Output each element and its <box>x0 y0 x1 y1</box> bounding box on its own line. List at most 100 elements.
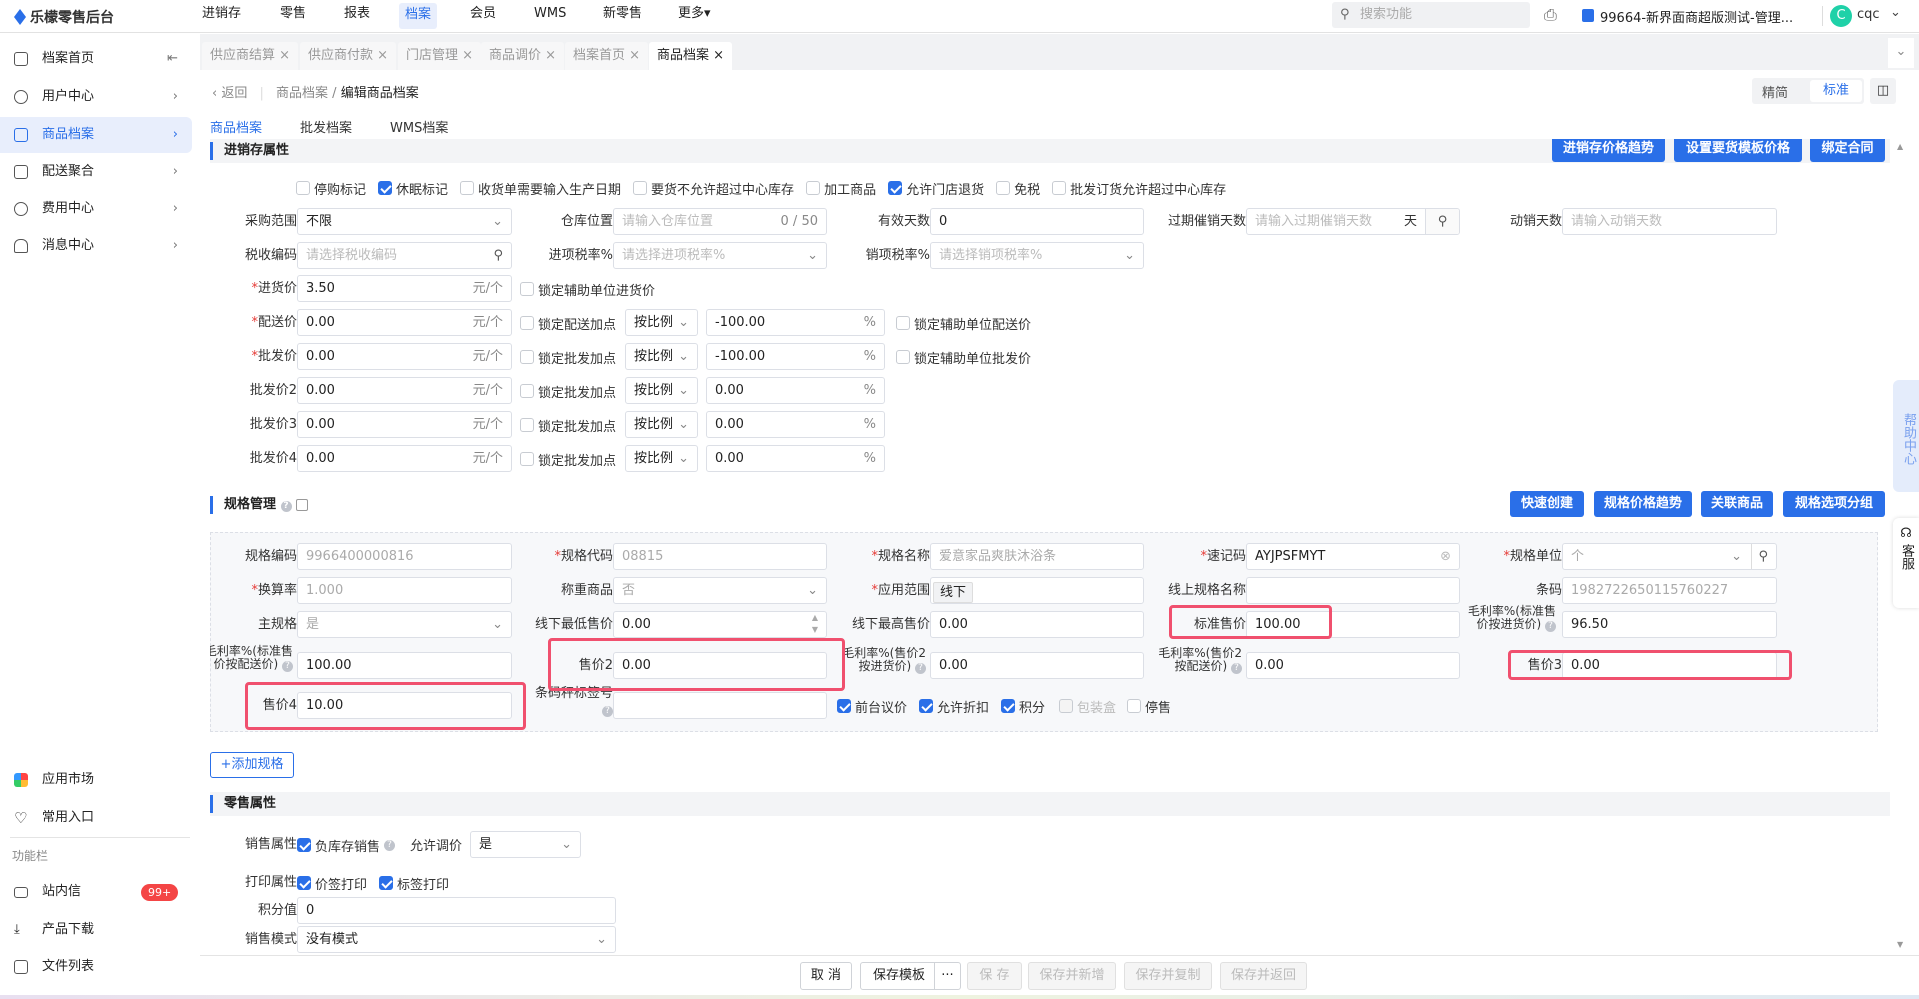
checkbox[interactable] <box>378 181 393 195</box>
price-tag-print-checkbox[interactable]: 价签打印 <box>297 873 367 893</box>
spec-code2-input[interactable]: 08815 <box>613 543 827 570</box>
checkbox[interactable] <box>520 384 534 398</box>
app-logo[interactable]: 乐檬零售后台 <box>14 7 114 27</box>
cancel-button[interactable]: 取 消 <box>800 962 852 990</box>
lock-markup-checkbox[interactable]: 锁定批发加点 <box>520 449 616 469</box>
min-price-input[interactable]: 0.00 ▲ ▼ <box>613 611 827 638</box>
option-package-box[interactable]: 包装盒 <box>1059 696 1116 716</box>
save-template-button[interactable]: 保存模板 ··· <box>860 962 961 990</box>
checkbox[interactable] <box>1052 181 1067 195</box>
margin-p2-purchase-input[interactable]: 0.00 <box>930 652 1144 679</box>
valid-days-input[interactable]: 0 <box>930 208 1144 235</box>
avatar[interactable]: C <box>1830 5 1852 27</box>
close-icon[interactable]: × <box>629 48 640 63</box>
lock-markup-checkbox[interactable]: 锁定批发加点 <box>520 415 616 435</box>
move-days-input[interactable]: 请输入动销天数 <box>1562 208 1777 235</box>
help-icon[interactable]: ? <box>1545 621 1556 632</box>
flag-dormant[interactable]: 休眠标记 <box>378 178 448 198</box>
sidebar-item-files[interactable]: 文件列表 <box>0 949 192 985</box>
flag-production-date[interactable]: 收货单需要输入生产日期 <box>460 178 621 198</box>
shortcode-input[interactable]: AYJPSFMYT ⊗ <box>1246 543 1460 570</box>
help-center-button[interactable]: 帮助中心 <box>1893 380 1919 492</box>
tab-archive-home[interactable]: 档案首页 × <box>565 42 649 70</box>
checkbox[interactable] <box>520 282 534 296</box>
markup-mode-select[interactable]: 按比例 ⌄ <box>625 411 698 438</box>
flag-tax-free[interactable]: 免税 <box>996 178 1040 198</box>
checkbox[interactable] <box>1001 699 1015 713</box>
user-name[interactable]: cqc <box>1857 7 1880 22</box>
spec-option-group-button[interactable]: 规格选项分组 <box>1783 491 1885 517</box>
close-icon[interactable]: × <box>377 48 388 63</box>
nav-more[interactable]: 更多▾ <box>672 0 717 33</box>
points-input[interactable]: 0 <box>297 897 616 924</box>
markup-mode-select[interactable]: 按比例 ⌄ <box>625 445 698 472</box>
scroll-up-icon[interactable]: ▲ <box>1897 142 1903 151</box>
option-stop-sale[interactable]: 停售 <box>1127 696 1171 716</box>
lock-aux-checkbox[interactable]: 锁定辅助单位配送价 <box>896 313 1031 333</box>
set-template-price-button[interactable]: 设置要货模板价格 <box>1674 139 1802 162</box>
flag-allow-store-return[interactable]: 允许门店退货 <box>888 178 984 198</box>
markup-mode-select[interactable]: 按比例 ⌄ <box>625 377 698 404</box>
purchase-price-input[interactable]: 3.50 元/个 <box>297 275 512 302</box>
view-simple[interactable]: 精简 <box>1762 82 1788 101</box>
margin-std-purchase-input[interactable]: 96.50 <box>1562 611 1777 638</box>
barcode-input[interactable]: 1982722650115760227 <box>1562 577 1777 604</box>
subtab-wholesale[interactable]: 批发档案 <box>300 117 352 136</box>
checkbox[interactable] <box>888 181 903 195</box>
search-icon[interactable]: ⚲ <box>493 243 503 268</box>
checkbox[interactable] <box>520 350 534 364</box>
help-icon[interactable]: ? <box>282 661 293 672</box>
spinner-icon[interactable]: ▲ ▼ <box>812 612 818 636</box>
collapse-icon[interactable]: ⇤ <box>167 41 178 77</box>
negative-stock-sale-checkbox[interactable]: 负库存销售? <box>297 835 396 855</box>
scroll-down-icon[interactable]: ▼ <box>1897 940 1903 949</box>
flag-no-exceed-center-stock[interactable]: 要货不允许超过中心库存 <box>633 178 794 198</box>
tax-code-input[interactable]: 请选择税收编码 ⚲ <box>297 242 512 269</box>
bind-contract-button[interactable]: 绑定合同 <box>1810 139 1885 162</box>
checkbox[interactable] <box>379 876 393 890</box>
save-button[interactable]: 保 存 <box>967 962 1022 990</box>
back-link[interactable]: ‹ 返回 <box>212 86 247 101</box>
sale-mode-select[interactable]: 没有模式 ⌄ <box>297 926 616 953</box>
sidebar-item-expense[interactable]: 费用中心 › <box>0 191 192 227</box>
search-input[interactable]: ⚲ 搜索功能 <box>1332 2 1530 28</box>
scope-select[interactable]: 线下 <box>930 577 1144 604</box>
nav-new-retail[interactable]: 新零售 <box>597 0 648 33</box>
nav-report[interactable]: 报表 <box>338 0 376 33</box>
tab-product-archive[interactable]: 商品档案 × <box>649 42 733 70</box>
markup-rate-input[interactable]: 0.00% <box>706 411 885 438</box>
markup-rate-input[interactable]: -100.00% <box>706 343 885 370</box>
margin-std-dist-input[interactable]: 100.00 <box>297 652 512 679</box>
printer-icon[interactable]: ⎙ <box>1544 5 1557 25</box>
option-allow-discount[interactable]: 允许折扣 <box>919 696 989 716</box>
price-input[interactable]: 0.00 元/个 <box>297 343 512 370</box>
chevron-down-icon[interactable]: ⌄ <box>1890 5 1901 20</box>
markup-rate-input[interactable]: 0.00% <box>706 377 885 404</box>
tab-supplier-payment[interactable]: 供应商付款 × <box>300 42 397 70</box>
checkbox[interactable] <box>296 181 310 195</box>
markup-rate-input[interactable]: -100.00% <box>706 309 885 336</box>
markup-mode-select[interactable]: 按比例 ⌄ <box>625 309 698 336</box>
flag-processed-goods[interactable]: 加工商品 <box>806 178 876 198</box>
scale-label-input[interactable] <box>613 692 827 719</box>
spec-price-trend-button[interactable]: 规格价格趋势 <box>1594 491 1692 517</box>
nav-archive[interactable]: 档案 <box>399 3 438 29</box>
help-icon[interactable]: ? <box>384 839 396 851</box>
checkbox[interactable] <box>460 181 475 195</box>
label-print-checkbox[interactable]: 标签打印 <box>379 873 449 893</box>
purchase-scope-select[interactable]: 不限 ⌄ <box>297 208 512 235</box>
close-icon[interactable]: × <box>279 48 290 63</box>
search-icon[interactable]: ⚲ <box>1751 544 1768 569</box>
lock-markup-checkbox[interactable]: 锁定配送加点 <box>520 313 616 333</box>
markup-mode-select[interactable]: 按比例 ⌄ <box>625 343 698 370</box>
checkbox[interactable] <box>520 418 534 432</box>
margin-p2-dist-input[interactable]: 0.00 <box>1246 652 1460 679</box>
lock-aux-purchase-checkbox[interactable]: 锁定辅助单位进货价 <box>520 279 655 299</box>
spec-name-input[interactable]: 爱意家品爽肤沐浴条 <box>930 543 1144 570</box>
main-spec-select[interactable]: 是 ⌄ <box>297 611 512 638</box>
sidebar-item-favorites[interactable]: ♡ 常用入口 <box>0 800 192 836</box>
sidebar-item-archive-home[interactable]: 档案首页 ⇤ <box>0 41 192 77</box>
help-icon[interactable]: ? <box>602 706 613 717</box>
related-products-button[interactable]: 关联商品 <box>1701 491 1773 517</box>
more-icon[interactable]: ··· <box>934 963 960 989</box>
